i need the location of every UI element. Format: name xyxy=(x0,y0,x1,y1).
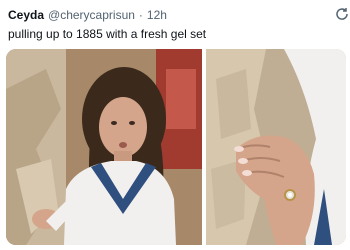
timestamp[interactable]: 12h xyxy=(147,8,167,22)
display-name[interactable]: Ceyda xyxy=(8,8,44,22)
user-handle[interactable]: @cherycaprisun xyxy=(48,8,135,22)
tweet-text: pulling up to 1885 with a fresh gel set xyxy=(8,27,207,41)
media-photo-left[interactable] xyxy=(6,49,202,245)
tweet-card: Ceyda @cherycaprisun · 12h pulling up to… xyxy=(0,0,350,250)
refresh-icon[interactable] xyxy=(334,6,350,22)
media-grid[interactable] xyxy=(6,49,346,245)
tweet-header: Ceyda @cherycaprisun · 12h xyxy=(8,8,167,22)
separator-dot: · xyxy=(138,8,143,22)
media-photo-right[interactable] xyxy=(206,49,346,245)
